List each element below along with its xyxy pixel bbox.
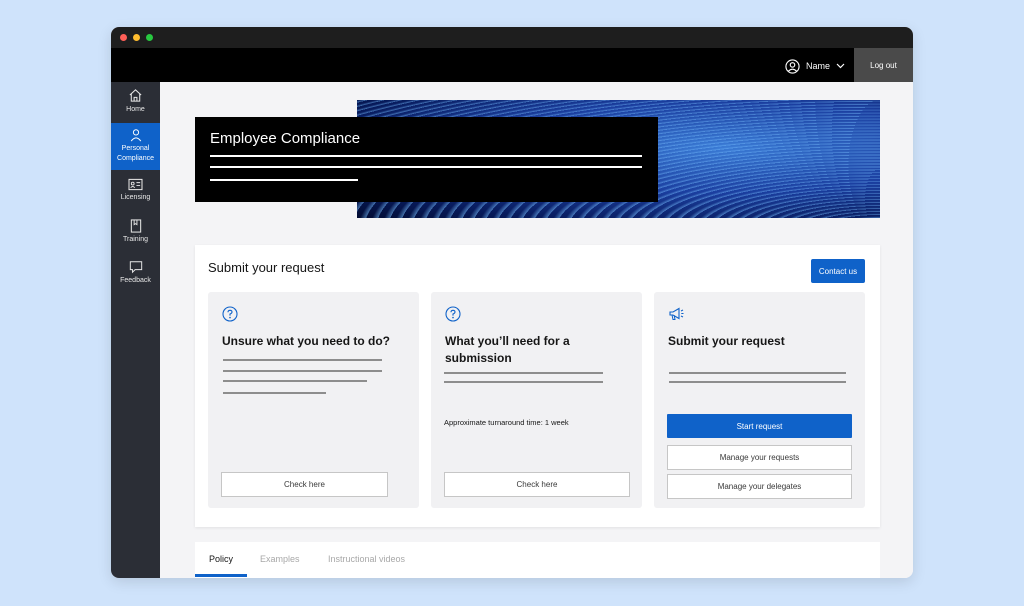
- active-tab-indicator: [195, 574, 247, 577]
- placeholder-text-line: [223, 392, 326, 394]
- page-title: Employee Compliance: [210, 130, 361, 147]
- id-card-icon: [128, 178, 143, 193]
- tab-examples[interactable]: Examples: [260, 542, 300, 576]
- sidebar-item-training[interactable]: Training: [111, 219, 160, 253]
- turnaround-time-text: Approximate turnaround time: 1 week: [444, 418, 569, 427]
- megaphone-icon: [668, 306, 685, 327]
- sidebar-item-personal-compliance[interactable]: Personal Compliance: [111, 123, 160, 170]
- sidebar-item-feedback[interactable]: Feedback: [111, 260, 160, 294]
- user-menu[interactable]: Name: [785, 57, 845, 75]
- top-navigation-bar: Name Log out: [111, 48, 913, 82]
- placeholder-text-line: [444, 381, 603, 383]
- user-name: Name: [806, 61, 831, 71]
- home-icon: [128, 88, 143, 105]
- app-window: Name Log out Home Personal Compliance Li…: [111, 27, 913, 578]
- hero-placeholder-line: [210, 155, 642, 157]
- manage-requests-button[interactable]: Manage your requests: [667, 445, 852, 470]
- sidebar-item-label: Feedback: [120, 277, 151, 284]
- tab-policy[interactable]: Policy: [209, 542, 233, 576]
- sidebar-item-licensing[interactable]: Licensing: [111, 178, 160, 212]
- sidebar-item-home[interactable]: Home: [111, 88, 160, 124]
- help-icon: [222, 306, 238, 327]
- manage-delegates-button[interactable]: Manage your delegates: [667, 474, 852, 499]
- submit-request-card: Submit your request Contact us Unsure wh…: [195, 245, 880, 527]
- sidebar: Home Personal Compliance Licensing Train…: [111, 82, 160, 578]
- maximize-window-button[interactable]: [146, 34, 153, 41]
- hero-placeholder-line: [210, 179, 358, 181]
- minimize-window-button[interactable]: [133, 34, 140, 41]
- placeholder-text-line: [669, 372, 846, 374]
- info-tile-unsure: Unsure what you need to do? Check here: [208, 292, 419, 508]
- chevron-down-icon: [836, 63, 845, 69]
- user-avatar-icon: [785, 58, 800, 74]
- placeholder-text-line: [223, 359, 382, 361]
- contact-us-button[interactable]: Contact us: [811, 259, 865, 283]
- placeholder-text-line: [444, 372, 603, 374]
- info-tile-requirements: What you’ll need for a submission Approx…: [431, 292, 642, 508]
- tile-title: Submit your request: [668, 334, 785, 348]
- hero-placeholder-line: [210, 166, 642, 168]
- tab-instructional-videos[interactable]: Instructional videos: [328, 542, 405, 576]
- start-request-button[interactable]: Start request: [667, 414, 852, 438]
- tile-title: What you’ll need for a submission: [445, 334, 570, 365]
- book-icon: [130, 219, 142, 235]
- submit-request-tile: Submit your request Start request Manage…: [654, 292, 865, 508]
- sidebar-item-label: Personal Compliance: [117, 145, 154, 162]
- help-icon: [445, 306, 461, 327]
- placeholder-text-line: [223, 380, 367, 382]
- window-titlebar: [111, 27, 913, 48]
- user-icon: [129, 128, 143, 144]
- tile-title: Unsure what you need to do?: [222, 334, 391, 348]
- sidebar-item-label: Training: [122, 236, 149, 243]
- placeholder-text-line: [669, 381, 846, 383]
- section-title: Submit your request: [208, 260, 325, 275]
- hero-title-panel: Employee Compliance: [195, 117, 658, 202]
- chat-icon: [129, 260, 143, 276]
- sidebar-item-label: Home: [126, 106, 145, 113]
- sidebar-item-label: Licensing: [120, 194, 151, 201]
- logout-button[interactable]: Log out: [854, 48, 913, 82]
- check-here-button[interactable]: Check here: [221, 472, 388, 497]
- placeholder-text-line: [223, 370, 382, 372]
- check-here-button[interactable]: Check here: [444, 472, 630, 497]
- content-tabs: Policy Examples Instructional videos: [195, 542, 880, 578]
- main-content: Employee Compliance Submit your request …: [160, 82, 913, 578]
- close-window-button[interactable]: [120, 34, 127, 41]
